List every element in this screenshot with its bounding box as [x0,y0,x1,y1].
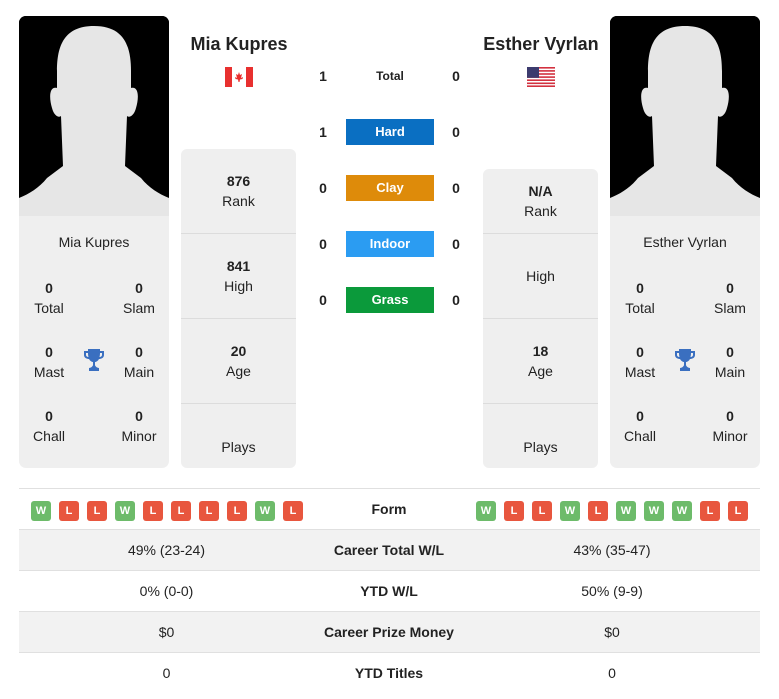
titles-total: 0 Total [34,280,64,316]
right-value: $0 [604,624,620,640]
h2h-right-value: 0 [452,68,460,84]
canada-flag-icon [225,67,253,87]
form-row: WLLWLLLLWL Form WLLWLWWWLL [19,489,760,530]
h2h-left-value: 1 [319,68,327,84]
right-value: 0 [608,665,616,681]
table-row: 49% (23-24) Career Total W/L 43% (35-47) [19,530,760,571]
titles-slam: 0 Slam [714,280,746,316]
left-value: $0 [158,624,175,640]
form-loss-badge[interactable]: L [87,501,107,521]
trophy-icon [84,349,104,371]
surface-badge-indoor[interactable]: Indoor [346,231,434,257]
info-age: 20 Age [181,319,296,404]
h2h-right-value: 0 [452,180,460,196]
form-win-badge[interactable]: W [476,501,496,521]
titles-chall: 0 Chall [33,408,65,444]
form-win-badge[interactable]: W [115,501,135,521]
form-loss-badge[interactable]: L [588,501,608,521]
player-card-left: Mia Kupres 0 Total 0 Slam 0 Mast 0 Main 0 Cha… [19,16,169,468]
form-win-badge[interactable]: W [616,501,636,521]
h2h-left-value: 0 [319,236,327,252]
row-label: Career Total W/L [333,542,445,558]
form-loss-badge[interactable]: L [532,501,552,521]
h2h-row-total: 1 Total 0 [300,63,480,89]
info-age: 18 Age [483,319,598,404]
titles-mast: 0 Mast [624,344,656,380]
surface-badge-clay[interactable]: Clay [346,175,434,201]
trophy-icon [675,349,695,371]
silhouette-icon [610,16,760,216]
info-column-right: N/A Rank High 18 Age Plays [483,169,598,468]
h2h-label-total: Total [376,69,404,83]
right-value: 50% (9-9) [581,583,643,599]
row-label: YTD Titles [354,665,424,681]
form-loss-badge[interactable]: L [728,501,748,521]
form-badges-left: WLLWLLLLWL [31,501,303,521]
form-win-badge[interactable]: W [560,501,580,521]
info-high: High [483,234,598,319]
h2h-left-value: 1 [319,124,327,140]
h2h-row-hard: 1 Hard 0 [300,119,480,145]
titles-total: 0 Total [625,280,655,316]
titles-minor: 0 Minor [121,408,157,444]
h2h-right-value: 0 [452,124,460,140]
card-player-name: Esther Vyrlan [643,234,727,250]
h2h-row-grass: 0 Grass 0 [300,287,480,313]
comparison-table: WLLWLLLLWL Form WLLWLWWWLL 49% (23-24) C… [19,488,760,694]
usa-flag-icon [527,67,555,87]
row-label: YTD W/L [360,583,418,599]
player-name-left[interactable]: Mia Kupres [159,34,319,55]
h2h-right-value: 0 [452,236,460,252]
info-plays: Plays [523,438,558,455]
info-high: 841 High [181,234,296,319]
right-value: 43% (35-47) [573,542,651,558]
table-row: 0% (0-0) YTD W/L 50% (9-9) [19,571,760,612]
form-win-badge[interactable]: W [255,501,275,521]
form-loss-badge[interactable]: L [283,501,303,521]
table-row: 0 YTD Titles 0 [19,653,760,694]
card-player-name: Mia Kupres [58,234,130,250]
titles-slam: 0 Slam [123,280,155,316]
row-label: Career Prize Money [324,624,454,640]
h2h-left-value: 0 [319,292,327,308]
titles-chall: 0 Chall [624,408,656,444]
form-win-badge[interactable]: W [672,501,692,521]
form-badges-right: WLLWLWWWLL [476,501,748,521]
form-win-badge[interactable]: W [31,501,51,521]
form-loss-badge[interactable]: L [227,501,247,521]
player-photo-left [19,16,169,216]
surface-badge-grass[interactable]: Grass [346,287,434,313]
form-loss-badge[interactable]: L [143,501,163,521]
h2h-row-indoor: 0 Indoor 0 [300,231,480,257]
info-rank: N/A Rank [483,169,598,234]
form-loss-badge[interactable]: L [199,501,219,521]
form-label: Form [371,501,407,517]
form-loss-badge[interactable]: L [171,501,191,521]
table-row: $0 Career Prize Money $0 [19,612,760,653]
info-plays: Plays [221,438,256,455]
player-photo-right [610,16,760,216]
titles-mast: 0 Mast [33,344,65,380]
player-card-right: Esther Vyrlan 0 Total 0 Slam 0 Mast 0 Main 0… [610,16,760,468]
form-loss-badge[interactable]: L [504,501,524,521]
titles-main: 0 Main [123,344,155,380]
player-name-right[interactable]: Esther Vyrlan [461,34,621,55]
h2h-right-value: 0 [452,292,460,308]
titles-minor: 0 Minor [712,408,748,444]
info-column-left: 876 Rank 841 High 20 Age Plays [181,149,296,468]
form-loss-badge[interactable]: L [700,501,720,521]
left-value: 0% (0-0) [139,583,194,599]
info-rank: 876 Rank [181,149,296,234]
left-value: 49% (23-24) [127,542,206,558]
titles-main: 0 Main [714,344,746,380]
silhouette-icon [19,16,169,216]
left-value: 0 [162,665,171,681]
surface-badge-hard[interactable]: Hard [346,119,434,145]
form-win-badge[interactable]: W [644,501,664,521]
h2h-left-value: 0 [319,180,327,196]
h2h-row-clay: 0 Clay 0 [300,175,480,201]
form-loss-badge[interactable]: L [59,501,79,521]
